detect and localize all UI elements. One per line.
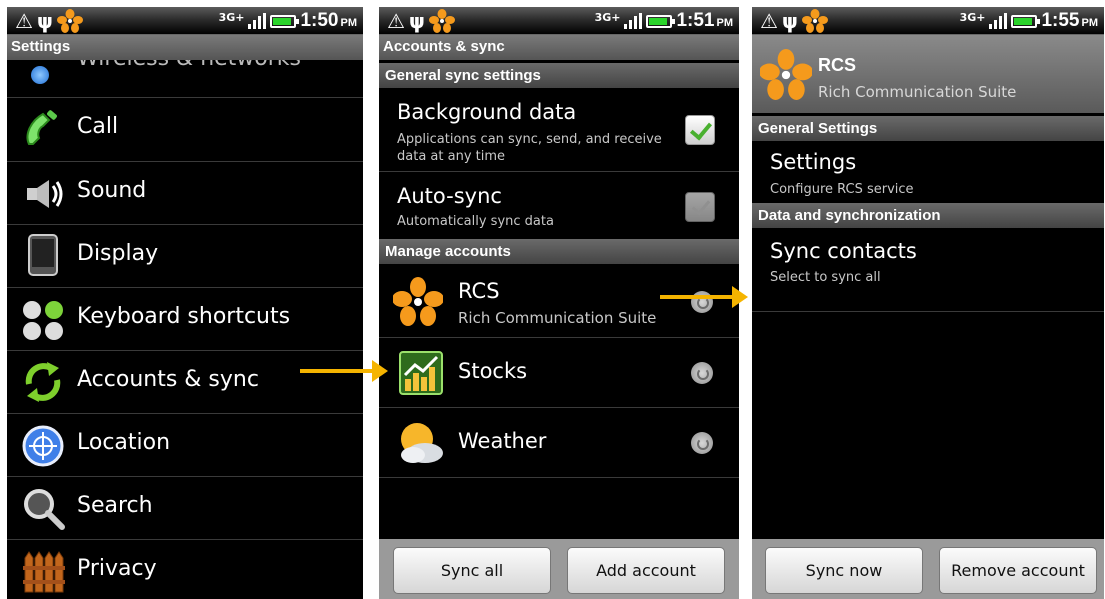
account-item-weather[interactable]: Weather — [379, 408, 739, 478]
weather-icon — [401, 423, 443, 463]
auto-sync-setting[interactable]: Auto-sync Automatically sync data — [379, 172, 739, 241]
rcs-icon — [393, 277, 443, 326]
network-type: 3G+ — [959, 10, 986, 24]
setting-subtitle: Configure RCS service — [770, 182, 914, 197]
settings-item-label: Search — [77, 493, 153, 518]
status-bar: ⚠ ψ 3G+ 1:50 PM — [7, 7, 363, 35]
status-bar: ⚠ ψ 3G+ 1:51 PM — [379, 7, 739, 35]
account-subtitle: Rich Communication Suite — [458, 309, 657, 327]
settings-item-display[interactable]: Display — [7, 225, 363, 288]
settings-item-label: Keyboard shortcuts — [77, 304, 291, 329]
account-header: RCS Rich Communication Suite — [752, 35, 1104, 113]
account-item-stocks[interactable]: Stocks — [379, 338, 739, 408]
status-time: 1:55 PM — [1041, 10, 1098, 31]
account-name: RCS — [458, 279, 500, 303]
signal-icon — [624, 13, 643, 29]
display-icon — [28, 234, 58, 276]
rcs-notification-icon — [56, 9, 83, 33]
settings-item-label: Location — [77, 430, 171, 455]
usb-icon: ψ — [408, 9, 425, 33]
network-type: 3G+ — [218, 10, 245, 24]
search-icon — [24, 489, 65, 530]
page-title: Accounts & sync — [379, 35, 739, 60]
rcs-account-screen: ⚠ ψ 3G+ 1:55 PM RCS Rich Communication Su… — [752, 7, 1104, 599]
warning-icon: ⚠ — [387, 9, 405, 33]
sync-contacts-item[interactable]: Sync contacts Select to sync all — [752, 228, 1104, 312]
network-type: 3G+ — [594, 10, 621, 24]
flow-arrow-1 — [300, 360, 388, 382]
auto-sync-checkbox[interactable] — [685, 192, 715, 222]
page-title: Settings — [7, 35, 363, 60]
settings-item-wireless[interactable]: Wireless & networks — [7, 60, 363, 98]
phone-icon — [26, 110, 57, 145]
setting-title: Background data — [397, 100, 577, 124]
account-header-title: RCS — [818, 55, 857, 75]
setting-subtitle: Applications can sync, send, and receive… — [397, 132, 662, 164]
wireless-icon — [31, 66, 49, 84]
setting-subtitle: Select to sync all — [770, 270, 881, 285]
rcs-notification-icon — [428, 9, 455, 33]
rcs-notification-icon — [801, 9, 828, 33]
settings-item-label: Sound — [77, 178, 147, 203]
settings-item-sound[interactable]: Sound — [7, 162, 363, 225]
add-account-button[interactable]: Add account — [567, 547, 725, 594]
battery-icon — [646, 14, 676, 28]
account-name: Weather — [458, 429, 547, 453]
usb-icon: ψ — [36, 9, 53, 33]
section-header-manage-accounts: Manage accounts — [379, 239, 739, 264]
account-header-subtitle: Rich Communication Suite — [818, 83, 1017, 101]
privacy-icon — [23, 551, 65, 593]
warning-icon: ⚠ — [15, 9, 33, 33]
accounts-sync-screen: ⚠ ψ 3G+ 1:51 PM Accounts & sync General s… — [379, 7, 739, 599]
setting-title: Auto-sync — [397, 184, 502, 208]
accounts-sync-icon — [25, 362, 61, 402]
settings-item-search[interactable]: Search — [7, 477, 363, 540]
account-name: Stocks — [458, 359, 528, 383]
sync-all-button[interactable]: Sync all — [393, 547, 551, 594]
setting-title: Sync contacts — [770, 239, 917, 263]
flow-arrow-2 — [660, 286, 748, 308]
settings-item-label: Call — [77, 114, 119, 139]
setting-title: Settings — [770, 150, 857, 174]
rcs-icon — [760, 49, 812, 100]
settings-item-label: Accounts & sync — [77, 367, 259, 392]
settings-item-accounts-sync[interactable]: Accounts & sync — [7, 351, 363, 414]
setting-subtitle: Automatically sync data — [397, 214, 554, 229]
remove-account-button[interactable]: Remove account — [939, 547, 1097, 594]
status-bar: ⚠ ψ 3G+ 1:55 PM — [752, 7, 1104, 35]
section-header-general-sync: General sync settings — [379, 63, 739, 88]
settings-item-privacy[interactable]: Privacy — [7, 540, 363, 599]
sync-status-icon — [691, 362, 713, 384]
settings-item-label: Wireless & networks — [77, 60, 301, 71]
signal-icon — [248, 13, 267, 29]
bottom-button-bar: Sync all Add account — [379, 539, 739, 599]
battery-icon — [1011, 14, 1041, 28]
section-header-data-sync: Data and synchronization — [752, 203, 1104, 228]
status-time: 1:51 PM — [676, 10, 733, 31]
settings-item-label: Privacy — [77, 556, 157, 581]
battery-icon — [270, 14, 300, 28]
settings-item-keyboard-shortcuts[interactable]: Keyboard shortcuts — [7, 288, 363, 351]
background-data-setting[interactable]: Background data Applications can sync, s… — [379, 88, 739, 172]
settings-screen: ⚠ ψ 3G+ 1:50PM Settings Wireless & netwo… — [7, 7, 363, 599]
location-icon — [22, 425, 64, 467]
sync-now-button[interactable]: Sync now — [765, 547, 923, 594]
stocks-icon — [399, 351, 443, 395]
bottom-button-bar: Sync now Remove account — [752, 539, 1104, 599]
warning-icon: ⚠ — [760, 9, 778, 33]
settings-item-location[interactable]: Location — [7, 414, 363, 477]
account-item-rcs[interactable]: RCS Rich Communication Suite — [379, 265, 739, 338]
speaker-icon — [27, 180, 63, 208]
sync-status-icon — [691, 432, 713, 454]
settings-item-rcs-settings[interactable]: Settings Configure RCS service — [752, 141, 1104, 208]
status-time: 1:50 PM — [300, 10, 357, 31]
settings-item-call[interactable]: Call — [7, 98, 363, 162]
section-header-general-settings: General Settings — [752, 116, 1104, 141]
keyboard-shortcuts-icon — [23, 301, 63, 340]
signal-icon — [989, 13, 1008, 29]
settings-item-label: Display — [77, 241, 159, 266]
background-data-checkbox[interactable] — [685, 115, 715, 145]
usb-icon: ψ — [781, 9, 798, 33]
